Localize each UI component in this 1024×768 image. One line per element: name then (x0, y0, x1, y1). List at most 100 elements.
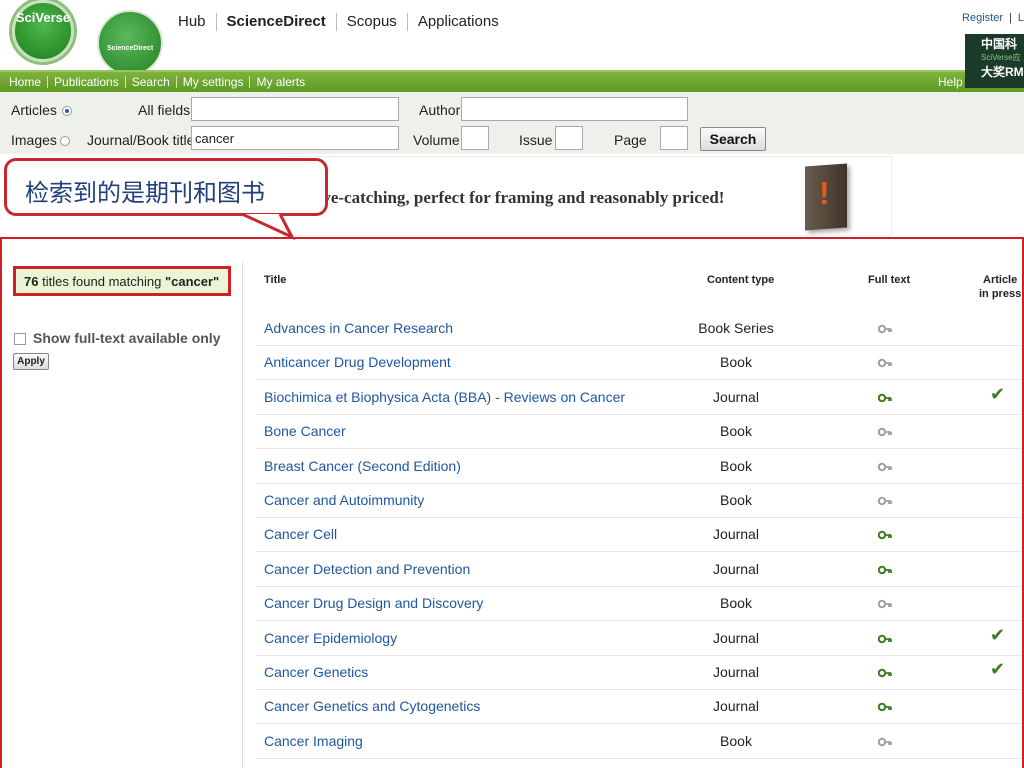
key-icon (877, 528, 892, 540)
result-title-link[interactable]: Cancer Cell (264, 526, 337, 542)
results-divider (242, 262, 243, 768)
top-nav-applications[interactable]: Applications (408, 13, 509, 31)
table-row: Cancer and Autoimmunity Book (256, 484, 1022, 518)
menu-publications[interactable]: Publications (48, 76, 126, 88)
column-header-title[interactable]: Title (264, 274, 286, 286)
result-content-type: Book (720, 492, 752, 508)
search-button[interactable]: Search (700, 127, 766, 151)
key-icon (877, 356, 892, 368)
apply-button[interactable]: Apply (13, 353, 49, 370)
key-icon (877, 391, 892, 402)
author-input[interactable] (461, 97, 688, 121)
results-count: 76 (24, 274, 39, 289)
result-title-link[interactable]: Cancer Drug Design and Discovery (264, 595, 483, 611)
sciverse-logo[interactable]: SciVerse (12, 0, 74, 62)
table-row: Bone Cancer Book (256, 415, 1022, 450)
fulltext-only-label: Show full-text available only (33, 330, 221, 346)
top-nav-scopus[interactable]: Scopus (337, 13, 408, 31)
key-icon (877, 460, 892, 471)
top-nav: Hub ScienceDirect Scopus Applications (168, 12, 509, 32)
result-title-link[interactable]: Cancer Genetics and Cytogenetics (264, 698, 480, 714)
table-row: Anticancer Drug Development Book (256, 346, 1022, 381)
main-menu-bar: Home Publications Search My settings My … (0, 70, 1024, 92)
menu-my-alerts[interactable]: My alerts (250, 76, 311, 88)
images-radio[interactable] (60, 136, 70, 146)
menu-my-settings[interactable]: My settings (177, 76, 251, 88)
result-title-link[interactable]: Bone Cancer (264, 423, 346, 439)
result-content-type: Book Series (698, 320, 774, 336)
table-row: Cancer Genetics Journal ✔ (256, 656, 1022, 690)
menu-search[interactable]: Search (126, 76, 177, 88)
volume-input[interactable] (461, 126, 489, 150)
sciverse-logo-text: SciVerse (15, 10, 71, 25)
column-header-article[interactable]: Article (983, 274, 1017, 286)
issue-input[interactable] (555, 126, 583, 150)
articles-radio[interactable] (62, 106, 72, 116)
key-icon (877, 425, 892, 437)
result-title-link[interactable]: Cancer Imaging (264, 733, 363, 749)
journal-title-label: Journal/Book title (87, 132, 195, 148)
results-count-box: 76 titles found matching "cancer" (13, 266, 231, 296)
sciencedirect-logo[interactable]: ScienceDirect (97, 10, 163, 76)
result-title-link[interactable]: Breast Cancer (Second Edition) (264, 458, 461, 474)
results-query: "cancer" (164, 274, 220, 289)
table-row: Breast Cancer (Second Edition) Book (256, 450, 1022, 484)
ad-banner-text: Eye-catching, perfect for framing and re… (311, 188, 725, 207)
table-row: Cancer Imaging Book (256, 725, 1022, 759)
key-icon (877, 322, 892, 334)
table-row: Cancer Detection and Prevention Journal (256, 553, 1022, 587)
checkmark-icon: ✔ (990, 659, 1006, 679)
result-title-link[interactable]: Cancer and Autoimmunity (264, 492, 424, 508)
result-title-link[interactable]: Anticancer Drug Development (264, 354, 451, 370)
result-content-type: Book (720, 732, 752, 749)
result-content-type: Journal (713, 629, 759, 646)
promo-line-3: 大奖RM (981, 65, 1024, 79)
top-nav-sciencedirect[interactable]: ScienceDirect (217, 13, 337, 31)
login-link[interactable]: L (1018, 12, 1024, 24)
result-content-type: Book (720, 595, 752, 612)
ad-banner[interactable]: Eye-catching, perfect for framing and re… (282, 156, 892, 236)
fulltext-only-checkbox[interactable] (14, 333, 26, 345)
promo-line-1: 中国科 (981, 37, 1018, 51)
page-input[interactable] (660, 126, 688, 150)
promo-badge[interactable]: 中国科 SciVerse应 大奖RM (965, 34, 1024, 88)
checkmark-icon: ✔ (990, 624, 1006, 645)
all-fields-label: All fields (138, 102, 191, 118)
result-content-type: Journal (713, 698, 759, 715)
promo-line-2: SciVerse应 (981, 53, 1021, 62)
menu-help[interactable]: Help (932, 76, 969, 88)
register-link[interactable]: Register (962, 12, 1003, 24)
menu-home[interactable]: Home (0, 76, 49, 88)
result-title-link[interactable]: Cancer Genetics (264, 664, 368, 680)
account-links: Register | L (962, 12, 1024, 24)
annotation-callout: 检索到的是期刊和图书 (4, 158, 328, 216)
key-icon (877, 597, 892, 609)
column-header-in-press[interactable]: in press (979, 288, 1021, 300)
column-header-full-text[interactable]: Full text (868, 274, 910, 286)
result-title-link[interactable]: Advances in Cancer Research (264, 320, 453, 336)
key-icon (877, 632, 892, 643)
callout-pointer (241, 212, 296, 240)
key-icon (877, 735, 892, 746)
table-row: Advances in Cancer Research Book Series (256, 312, 1022, 346)
sciencedirect-logo-text: ScienceDirect (106, 45, 154, 52)
result-title-link[interactable]: Biochimica et Biophysica Acta (BBA) - Re… (264, 389, 625, 405)
all-fields-input[interactable] (191, 97, 399, 121)
result-content-type: Book (720, 423, 752, 440)
result-content-type: Journal (713, 664, 759, 680)
result-title-link[interactable]: Cancer Epidemiology (264, 630, 397, 646)
result-content-type: Journal (713, 388, 759, 405)
column-header-content-type[interactable]: Content type (707, 274, 774, 286)
top-nav-hub[interactable]: Hub (168, 13, 217, 31)
results-found-text: titles found matching (42, 274, 162, 289)
exclamation-icon: ! (819, 174, 830, 212)
page: SciVerse ScienceDirect Hub ScienceDirect… (0, 0, 1024, 768)
result-title-link[interactable]: Cancer Detection and Prevention (264, 561, 470, 577)
author-label: Author (419, 102, 461, 118)
journal-title-input[interactable] (191, 126, 399, 150)
key-icon (877, 563, 892, 574)
issue-label: Issue (519, 132, 553, 148)
images-label: Images (11, 132, 57, 148)
table-row: Cancer Drug Design and Discovery Book (256, 587, 1022, 622)
table-row: Cancer Cell Journal (256, 518, 1022, 553)
